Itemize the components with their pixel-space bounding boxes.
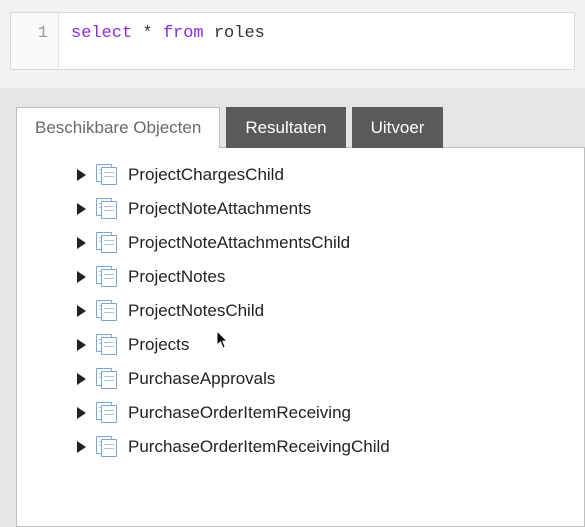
expand-caret-icon[interactable] (77, 203, 86, 215)
token-star: * (132, 24, 163, 43)
table-stack-icon (96, 300, 118, 322)
object-label: ProjectNotes (128, 267, 225, 287)
sql-editor[interactable]: 1 select * from roles (10, 12, 575, 70)
token-table: roles (204, 24, 265, 43)
tree-item[interactable]: ProjectNotesChild (23, 294, 578, 328)
table-stack-icon (96, 368, 118, 390)
object-label: ProjectNoteAttachments (128, 199, 311, 219)
tree-item[interactable]: Projects (23, 328, 578, 362)
expand-caret-icon[interactable] (77, 339, 86, 351)
object-label: ProjectNotesChild (128, 301, 264, 321)
code-line[interactable]: select * from roles (59, 13, 277, 69)
tab-label: Uitvoer (371, 118, 425, 137)
table-stack-icon (96, 334, 118, 356)
table-stack-icon (96, 164, 118, 186)
tree-item[interactable]: ProjectChargesChild (23, 158, 578, 192)
expand-caret-icon[interactable] (77, 373, 86, 385)
object-label: ProjectChargesChild (128, 165, 284, 185)
table-stack-icon (96, 266, 118, 288)
tree-item[interactable]: PurchaseApprovals (23, 362, 578, 396)
table-stack-icon (96, 402, 118, 424)
tab-available-objects[interactable]: Beschikbare Objecten (16, 107, 220, 148)
expand-caret-icon[interactable] (77, 237, 86, 249)
line-gutter: 1 (11, 13, 59, 69)
tab-results[interactable]: Resultaten (226, 107, 345, 148)
tab-label: Resultaten (245, 118, 326, 137)
expand-caret-icon[interactable] (77, 305, 86, 317)
object-tree: ProjectChargesChild ProjectNoteAttachmen… (23, 158, 578, 464)
tree-item[interactable]: ProjectNoteAttachmentsChild (23, 226, 578, 260)
tree-item[interactable]: PurchaseOrderItemReceiving (23, 396, 578, 430)
results-panel: Beschikbare Objecten Resultaten Uitvoer … (0, 88, 585, 527)
tab-row: Beschikbare Objecten Resultaten Uitvoer (16, 106, 585, 147)
object-label: PurchaseApprovals (128, 369, 275, 389)
keyword-select: select (71, 24, 132, 43)
objects-panel: ProjectChargesChild ProjectNoteAttachmen… (16, 147, 585, 527)
expand-caret-icon[interactable] (77, 441, 86, 453)
tab-label: Beschikbare Objecten (35, 118, 201, 137)
tab-output[interactable]: Uitvoer (352, 107, 444, 148)
tree-item[interactable]: PurchaseOrderItemReceivingChild (23, 430, 578, 464)
expand-caret-icon[interactable] (77, 271, 86, 283)
keyword-from: from (163, 24, 204, 43)
expand-caret-icon[interactable] (77, 407, 86, 419)
object-label: PurchaseOrderItemReceiving (128, 403, 351, 423)
table-stack-icon (96, 436, 118, 458)
tree-item[interactable]: ProjectNoteAttachments (23, 192, 578, 226)
object-label: PurchaseOrderItemReceivingChild (128, 437, 390, 457)
table-stack-icon (96, 232, 118, 254)
expand-caret-icon[interactable] (77, 169, 86, 181)
sql-editor-container: 1 select * from roles (0, 0, 585, 88)
line-number: 1 (38, 24, 48, 43)
tree-item[interactable]: ProjectNotes (23, 260, 578, 294)
object-label: Projects (128, 335, 189, 355)
table-stack-icon (96, 198, 118, 220)
object-label: ProjectNoteAttachmentsChild (128, 233, 350, 253)
